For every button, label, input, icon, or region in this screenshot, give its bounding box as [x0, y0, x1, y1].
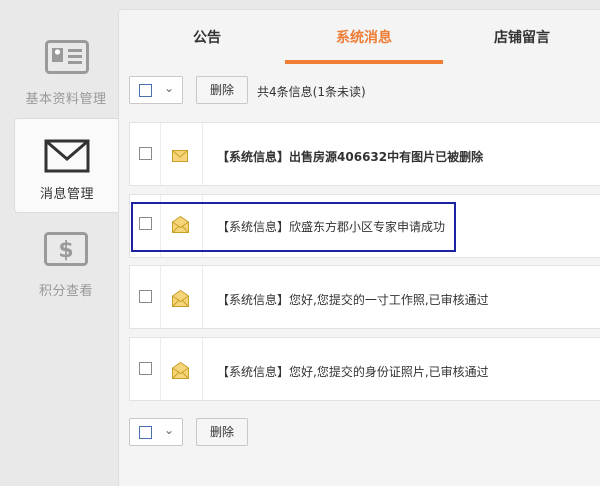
column-divider — [160, 266, 161, 328]
id-card-icon — [45, 40, 89, 74]
sidebar: 基本资料管理 消息管理 $ 积分查看 — [0, 0, 118, 486]
select-all-dropdown[interactable]: ⌄ — [129, 418, 183, 446]
sidebar-item-label: 积分查看 — [38, 284, 93, 299]
envelope-open-icon — [172, 290, 189, 307]
dollar-icon: $ — [44, 232, 88, 266]
list-item[interactable]: 【系统信息】出售房源406632中有图片已被删除 — [129, 122, 600, 186]
message-checkbox[interactable] — [139, 362, 152, 375]
select-all-checkbox[interactable] — [139, 84, 152, 97]
sidebar-item-messages[interactable]: 消息管理 — [14, 118, 118, 213]
message-title[interactable]: 【系统信息】您好,您提交的一寸工作照,已审核通过 — [217, 291, 489, 308]
svg-text:$: $ — [58, 238, 73, 263]
chevron-down-icon: ⌄ — [164, 81, 175, 95]
bottom-toolbar: ⌄ 删除 — [129, 418, 599, 448]
column-divider — [160, 123, 161, 185]
list-item[interactable]: 【系统信息】您好,您提交的身份证照片,已审核通过 — [129, 337, 600, 401]
tab-system-messages[interactable]: 系统消息 — [285, 10, 443, 64]
tab-shop-messages[interactable]: 店铺留言 — [443, 10, 600, 64]
top-toolbar: ⌄ 删除 共4条信息(1条未读) — [129, 76, 599, 106]
select-all-dropdown[interactable]: ⌄ — [129, 76, 183, 104]
delete-button[interactable]: 删除 — [196, 418, 248, 446]
message-title[interactable]: 【系统信息】您好,您提交的身份证照片,已审核通过 — [217, 363, 489, 380]
sidebar-item-label: 消息管理 — [39, 187, 94, 202]
list-item[interactable]: 【系统信息】您好,您提交的一寸工作照,已审核通过 — [129, 265, 600, 329]
chevron-down-icon: ⌄ — [164, 423, 175, 437]
sidebar-item-points[interactable]: $ 积分查看 — [14, 228, 118, 308]
tab-bar: 公告 系统消息 店铺留言 — [119, 10, 600, 64]
message-count: 共4条信息(1条未读) — [257, 85, 366, 99]
highlight-box — [131, 202, 456, 252]
column-divider — [202, 338, 203, 400]
envelope-open-icon — [172, 362, 189, 379]
column-divider — [202, 123, 203, 185]
delete-button[interactable]: 删除 — [196, 76, 248, 104]
tab-announcement[interactable]: 公告 — [129, 10, 285, 64]
message-checkbox[interactable] — [139, 147, 152, 160]
sidebar-item-profile[interactable]: 基本资料管理 — [14, 30, 118, 114]
message-title[interactable]: 【系统信息】出售房源406632中有图片已被删除 — [217, 148, 483, 165]
sidebar-item-label: 基本资料管理 — [25, 92, 107, 107]
message-checkbox[interactable] — [139, 290, 152, 303]
select-all-checkbox[interactable] — [139, 426, 152, 439]
envelope-closed-icon — [172, 150, 188, 162]
column-divider — [202, 266, 203, 328]
column-divider — [160, 338, 161, 400]
envelope-icon — [44, 139, 90, 173]
active-tab-indicator — [285, 60, 443, 64]
